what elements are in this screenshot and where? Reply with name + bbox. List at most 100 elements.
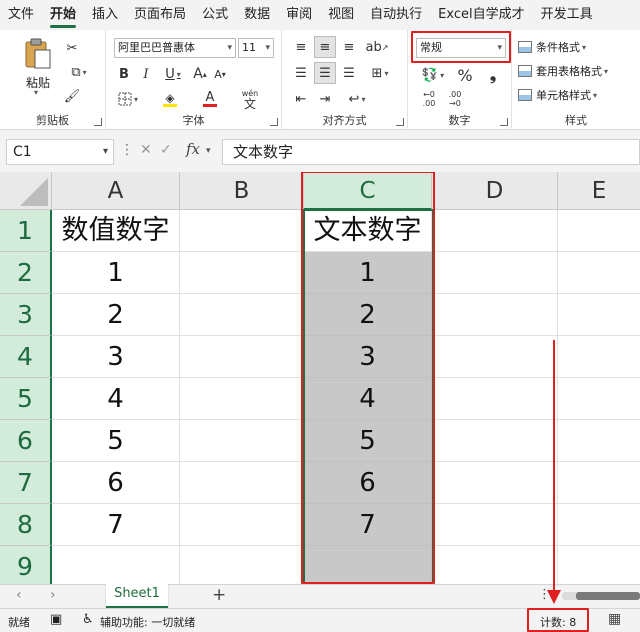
- tab-data[interactable]: 数据: [236, 0, 278, 30]
- align-bottom-icon[interactable]: ≡: [338, 36, 360, 58]
- cell-a9[interactable]: [52, 546, 180, 584]
- cell-c7[interactable]: 6: [304, 462, 432, 504]
- row-header-1[interactable]: 1: [0, 210, 52, 252]
- macro-record-icon[interactable]: ▣: [50, 612, 62, 627]
- cell-d4[interactable]: [432, 336, 558, 378]
- cell-c1[interactable]: 文本数字: [304, 210, 432, 252]
- cell-c3[interactable]: 2: [304, 294, 432, 336]
- bold-button[interactable]: B: [116, 64, 132, 84]
- cell-d6[interactable]: [432, 420, 558, 462]
- column-header-b[interactable]: B: [180, 172, 304, 210]
- format-painter-icon[interactable]: 🖌: [62, 86, 82, 106]
- cell-b2[interactable]: [180, 252, 304, 294]
- cell-d8[interactable]: [432, 504, 558, 546]
- tab-home[interactable]: 开始: [42, 0, 84, 30]
- cell-e4[interactable]: [558, 336, 640, 378]
- cell-e9[interactable]: [558, 546, 640, 584]
- increase-decimal-icon[interactable]: ←0.00: [418, 88, 440, 110]
- cell-a7[interactable]: 6: [52, 462, 180, 504]
- row-header-7[interactable]: 7: [0, 462, 52, 504]
- cell-e8[interactable]: [558, 504, 640, 546]
- insert-function-button[interactable]: fx: [186, 140, 200, 158]
- cell-e2[interactable]: [558, 252, 640, 294]
- cell-d5[interactable]: [432, 378, 558, 420]
- tab-developer[interactable]: 开发工具: [533, 0, 601, 30]
- align-top-icon[interactable]: ≡: [290, 36, 312, 58]
- cell-b9[interactable]: [180, 546, 304, 584]
- tab-view[interactable]: 视图: [320, 0, 362, 30]
- cell-d9[interactable]: [432, 546, 558, 584]
- cell-c2[interactable]: 1: [304, 252, 432, 294]
- alignment-launcher-icon[interactable]: [396, 118, 404, 126]
- row-header-2[interactable]: 2: [0, 252, 52, 294]
- wrap-text-icon[interactable]: ↩ ▾: [342, 88, 372, 110]
- column-header-a[interactable]: A: [52, 172, 180, 210]
- tab-automate[interactable]: 自动执行: [362, 0, 430, 30]
- orientation-icon[interactable]: ab ↗: [364, 36, 390, 58]
- comma-style-button[interactable]: ❟: [484, 64, 502, 86]
- tab-formulas[interactable]: 公式: [194, 0, 236, 30]
- cell-b7[interactable]: [180, 462, 304, 504]
- align-left-icon[interactable]: ☰: [290, 62, 312, 84]
- tab-review[interactable]: 审阅: [278, 0, 320, 30]
- font-size-select[interactable]: 11 ▾: [238, 38, 274, 58]
- row-header-8[interactable]: 8: [0, 504, 52, 546]
- cell-b4[interactable]: [180, 336, 304, 378]
- font-grow-icon[interactable]: A ▴: [192, 64, 208, 84]
- add-sheet-button[interactable]: +: [212, 585, 226, 605]
- decrease-indent-icon[interactable]: ⇤: [290, 88, 312, 110]
- sheet-tab-sheet1[interactable]: Sheet1: [106, 584, 168, 608]
- row-header-6[interactable]: 6: [0, 420, 52, 462]
- paste-dropdown-icon[interactable]: ▾: [34, 88, 38, 97]
- font-color-icon[interactable]: A: [196, 88, 224, 110]
- cell-a3[interactable]: 2: [52, 294, 180, 336]
- row-header-4[interactable]: 4: [0, 336, 52, 378]
- scroll-left-icon[interactable]: ‹: [16, 587, 22, 603]
- scrollbar-thumb[interactable]: [576, 592, 640, 600]
- conditional-format-button[interactable]: 条件格式 ▾: [518, 36, 586, 58]
- cell-a6[interactable]: 5: [52, 420, 180, 462]
- tab-insert[interactable]: 插入: [84, 0, 126, 30]
- underline-button[interactable]: U ▾: [160, 64, 186, 84]
- cell-d2[interactable]: [432, 252, 558, 294]
- paste-button[interactable]: [20, 36, 56, 72]
- accessibility-icon[interactable]: ♿: [82, 612, 94, 627]
- row-header-5[interactable]: 5: [0, 378, 52, 420]
- cell-b6[interactable]: [180, 420, 304, 462]
- cell-a2[interactable]: 1: [52, 252, 180, 294]
- name-box[interactable]: C1 ▾: [6, 139, 114, 165]
- cell-e5[interactable]: [558, 378, 640, 420]
- cell-d7[interactable]: [432, 462, 558, 504]
- scroll-right-icon[interactable]: ›: [50, 587, 56, 603]
- cell-b1[interactable]: [180, 210, 304, 252]
- font-name-select[interactable]: 阿里巴巴普惠体 ▾: [114, 38, 236, 58]
- increase-indent-icon[interactable]: ⇥: [314, 88, 336, 110]
- count-status[interactable]: 计数: 8: [540, 614, 576, 630]
- cell-b5[interactable]: [180, 378, 304, 420]
- row-header-9[interactable]: 9: [0, 546, 52, 584]
- number-launcher-icon[interactable]: [500, 118, 508, 126]
- cell-a4[interactable]: 3: [52, 336, 180, 378]
- cell-a1[interactable]: 数值数字: [52, 210, 180, 252]
- cell-d1[interactable]: [432, 210, 558, 252]
- chevron-down-icon[interactable]: ▾: [206, 146, 211, 156]
- cell-b8[interactable]: [180, 504, 304, 546]
- font-launcher-icon[interactable]: [270, 118, 278, 126]
- cell-c8[interactable]: 7: [304, 504, 432, 546]
- fill-color-icon[interactable]: ◈: [156, 88, 184, 110]
- cell-e6[interactable]: [558, 420, 640, 462]
- select-all-button[interactable]: [0, 172, 52, 210]
- column-header-e[interactable]: E: [558, 172, 640, 210]
- cell-d3[interactable]: [432, 294, 558, 336]
- normal-view-icon[interactable]: ▦: [608, 611, 621, 627]
- italic-button[interactable]: I: [138, 64, 154, 84]
- horizontal-scrollbar[interactable]: [562, 592, 640, 600]
- cell-e3[interactable]: [558, 294, 640, 336]
- cell-c4[interactable]: 3: [304, 336, 432, 378]
- cell-styles-button[interactable]: 单元格样式 ▾: [518, 84, 597, 106]
- column-header-c[interactable]: C: [304, 172, 432, 210]
- align-middle-icon[interactable]: ≡: [314, 36, 336, 58]
- tab-excel-self-study[interactable]: Excel自学成才: [430, 0, 532, 30]
- cell-e7[interactable]: [558, 462, 640, 504]
- row-header-3[interactable]: 3: [0, 294, 52, 336]
